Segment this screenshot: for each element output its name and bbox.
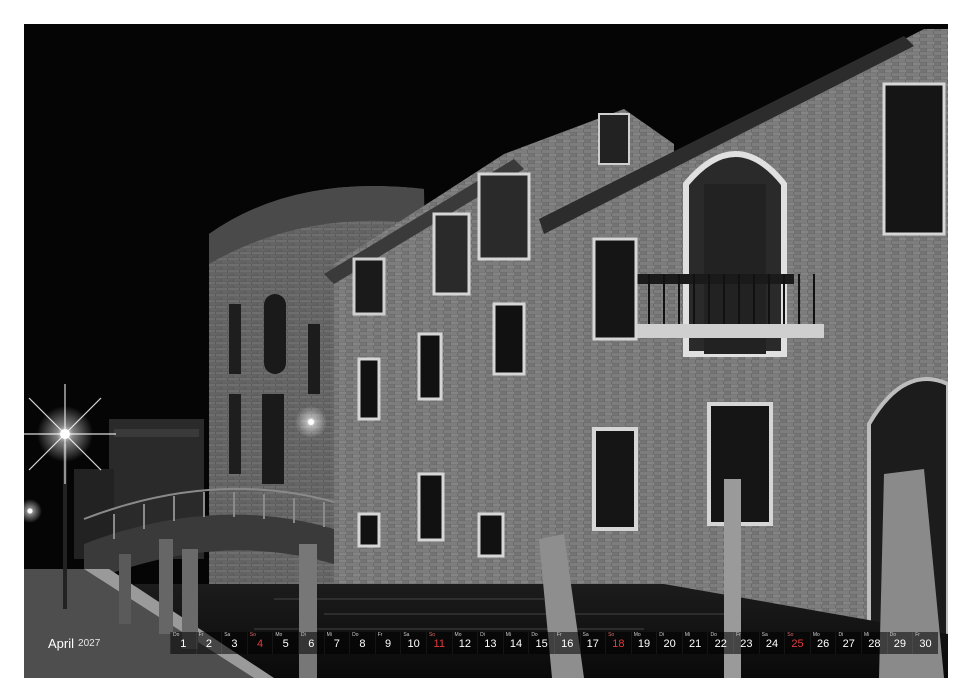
month-year-label: April 2027 [24,632,170,654]
day-number: 30 [919,638,932,650]
calendar-day: Fr 9 [374,632,401,654]
day-number: 18 [612,638,625,650]
day-number: 26 [817,638,830,650]
day-number: 12 [458,638,471,650]
day-number: 15 [535,638,548,650]
day-number: 22 [714,638,727,650]
calendar-day: Mo 19 [630,632,657,654]
calendar-day: Di 6 [297,632,324,654]
calendar-day: Do 1 [170,632,196,654]
day-number: 4 [257,638,264,650]
day-number: 9 [384,638,392,650]
day-number: 29 [893,638,907,650]
calendar-day: Mo 26 [809,632,836,654]
calendar-day: So 18 [605,632,631,654]
calendar-day: Mi 28 [861,632,887,654]
day-number: 28 [868,638,881,650]
day-number: 1 [180,638,187,650]
calendar-day: Mi 7 [323,632,350,654]
day-number: 17 [586,638,599,650]
day-number: 25 [791,638,804,650]
day-number: 19 [637,638,651,650]
calendar-day: Mi 14 [502,632,529,654]
calendar-day: Fr 23 [733,632,759,654]
day-number: 21 [689,638,702,650]
calendar-day: So 11 [425,632,452,654]
calendar-day: So 4 [246,632,273,654]
day-number: 11 [433,638,445,650]
day-number: 23 [740,638,753,650]
calendar-strip: April 2027 Do 1 Fr 2 Sa 3 So 4 Mo 5 Di 6 Mi 7 Do 8 Fr 9 Sa… [24,632,948,654]
calendar-day: Mo 12 [451,632,478,654]
day-number: 8 [359,638,366,650]
month-name: April [48,635,75,651]
calendar-day: Fr 16 [553,632,580,654]
day-number: 13 [484,638,497,650]
calendar-day: Sa 17 [579,632,606,654]
day-number: 5 [282,638,289,650]
venice-canal-photo [24,24,948,678]
calendar-day: Di 20 [656,632,682,654]
day-number: 7 [333,638,340,650]
calendar-day: Do 29 [886,632,913,654]
calendar-day: Do 8 [349,632,375,654]
day-number: 24 [765,638,779,650]
balcony [629,324,824,338]
calendar-photo [24,24,948,678]
calendar-day: So 25 [784,632,810,654]
calendar-day: Do 22 [707,632,734,654]
calendar-day: Di 13 [477,632,503,654]
day-number: 27 [842,638,855,650]
calendar-day: Mi 21 [681,632,708,654]
mooring-pole [299,544,317,678]
day-number: 20 [663,638,676,650]
calendar-day: Sa 10 [400,632,426,654]
calendar-day: Mo 5 [272,632,298,654]
calendar-day: Sa 3 [221,632,247,654]
day-number: 16 [561,638,574,650]
calendar-day: Fr 30 [912,632,938,654]
day-number: 14 [509,638,523,650]
day-number: 10 [407,638,420,650]
day-number: 3 [231,638,238,650]
year: 2027 [78,637,101,649]
street-lamp [295,406,327,438]
calendar-day: Do 15 [528,632,554,654]
day-number: 2 [205,638,212,650]
calendar-day: Di 27 [835,632,862,654]
day-list: Do 1 Fr 2 Sa 3 So 4 Mo 5 Di 6 Mi 7 Do 8 Fr 9 Sa 10 So 11 Mo 12 D… [170,632,948,654]
calendar-day: Fr 2 [195,632,222,654]
day-number: 6 [308,638,315,650]
calendar-day: Sa 24 [758,632,785,654]
